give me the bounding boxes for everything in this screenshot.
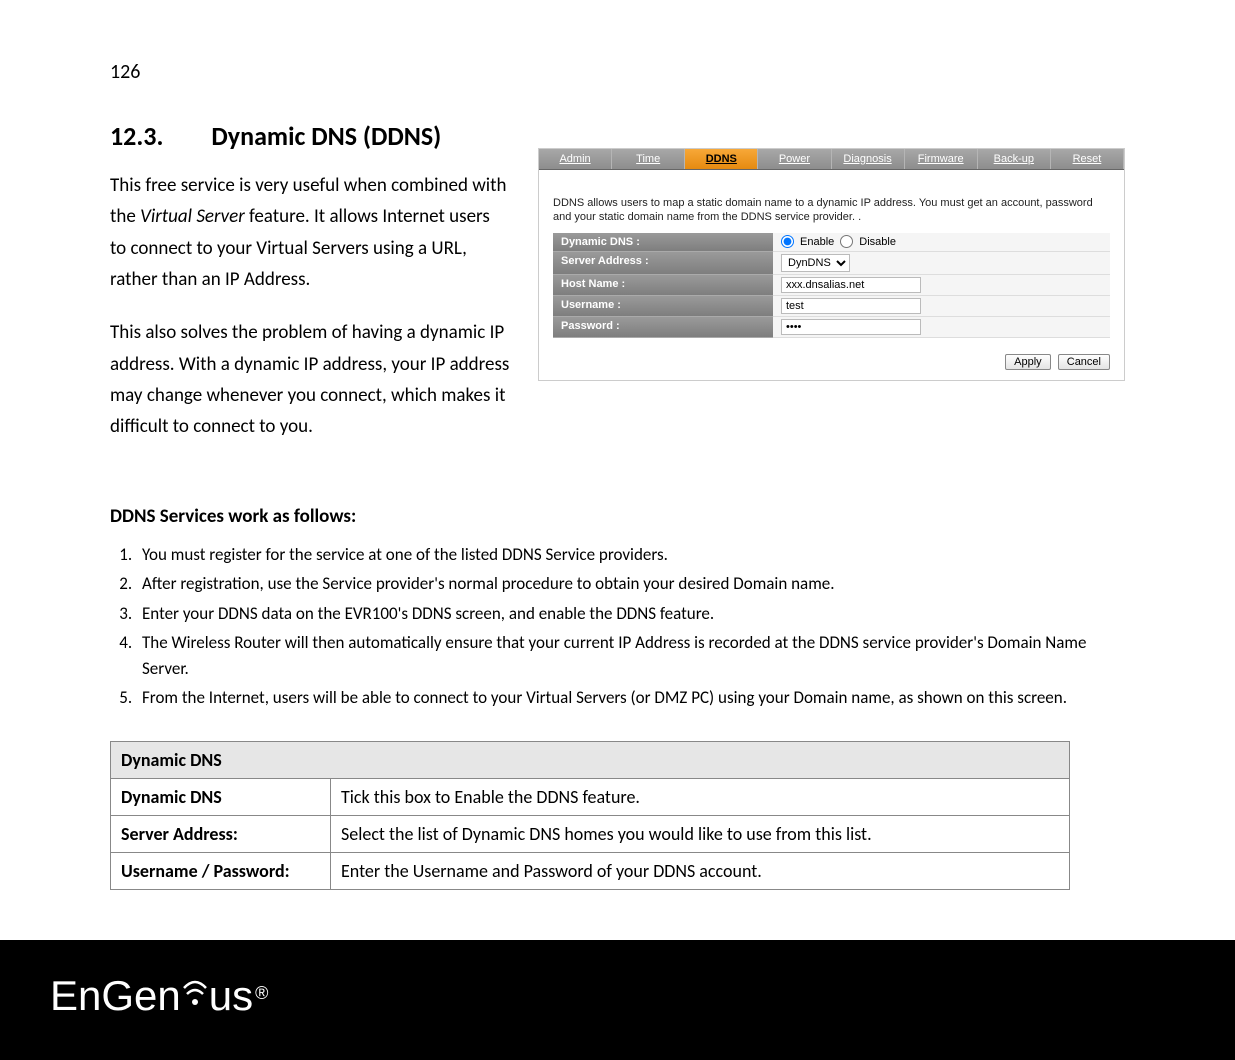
tab-admin[interactable]: Admin bbox=[539, 149, 612, 169]
registered-icon: ® bbox=[255, 983, 268, 1004]
para-2: This also solves the problem of having a… bbox=[110, 317, 510, 442]
table-header: Dynamic DNS bbox=[111, 741, 1070, 778]
table-label: Server Address: bbox=[111, 815, 331, 852]
apply-button[interactable]: Apply bbox=[1005, 354, 1051, 370]
table-desc: Select the list of Dynamic DNS homes you… bbox=[331, 815, 1070, 852]
router-tabbar: Admin Time DDNS Power Diagnosis Firmware… bbox=[539, 149, 1124, 170]
step-item: You must register for the service at one… bbox=[136, 542, 1125, 568]
wifi-icon bbox=[183, 968, 207, 1018]
row-dyn-label: Dynamic DNS : bbox=[553, 233, 773, 252]
router-screenshot: Admin Time DDNS Power Diagnosis Firmware… bbox=[538, 148, 1125, 381]
pass-input[interactable] bbox=[781, 319, 921, 335]
row-pass-label: Password : bbox=[553, 317, 773, 338]
table-desc: Enter the Username and Password of your … bbox=[331, 852, 1070, 889]
brand-logo: EnGen us® bbox=[50, 970, 1185, 1020]
radio-disable-label: Disable bbox=[859, 236, 896, 248]
row-server-label: Server Address : bbox=[553, 252, 773, 275]
cancel-button[interactable]: Cancel bbox=[1058, 354, 1110, 370]
table-label: Username / Password: bbox=[111, 852, 331, 889]
table-desc: Tick this box to Enable the DDNS feature… bbox=[331, 778, 1070, 815]
tab-power[interactable]: Power bbox=[758, 149, 831, 169]
section-heading: 12.3. Dynamic DNS (DDNS) bbox=[110, 120, 510, 152]
section-number: 12.3. bbox=[110, 120, 163, 152]
table-label: Dynamic DNS bbox=[111, 778, 331, 815]
tab-diagnosis[interactable]: Diagnosis bbox=[832, 149, 905, 169]
field-table: Dynamic DNS Dynamic DNS Tick this box to… bbox=[110, 741, 1070, 890]
steps-heading: DDNS Services work as follows: bbox=[110, 505, 1125, 528]
row-host-label: Host Name : bbox=[553, 275, 773, 296]
page-number: 126 bbox=[110, 60, 1125, 84]
tab-time[interactable]: Time bbox=[612, 149, 685, 169]
tab-backup[interactable]: Back-up bbox=[978, 149, 1051, 169]
section-title: Dynamic DNS (DDNS) bbox=[211, 120, 441, 152]
step-item: Enter your DDNS data on the EVR100's DDN… bbox=[136, 601, 1125, 627]
radio-enable-label: Enable bbox=[800, 236, 834, 248]
tab-firmware[interactable]: Firmware bbox=[905, 149, 978, 169]
step-item: From the Internet, users will be able to… bbox=[136, 685, 1125, 711]
row-user-label: Username : bbox=[553, 296, 773, 317]
step-item: After registration, use the Service prov… bbox=[136, 571, 1125, 597]
para-1: This free service is very useful when co… bbox=[110, 170, 510, 295]
tab-ddns[interactable]: DDNS bbox=[685, 149, 758, 169]
server-select[interactable]: DynDNS bbox=[781, 254, 850, 272]
user-input[interactable] bbox=[781, 298, 921, 314]
router-desc: DDNS allows users to map a static domain… bbox=[539, 170, 1124, 233]
tab-reset[interactable]: Reset bbox=[1051, 149, 1124, 169]
steps-list: You must register for the service at one… bbox=[110, 542, 1125, 711]
footer: EnGen us® bbox=[0, 940, 1235, 1060]
radio-enable[interactable] bbox=[781, 235, 794, 248]
host-input[interactable] bbox=[781, 277, 921, 293]
step-item: The Wireless Router will then automatica… bbox=[136, 630, 1125, 681]
radio-disable[interactable] bbox=[840, 235, 853, 248]
